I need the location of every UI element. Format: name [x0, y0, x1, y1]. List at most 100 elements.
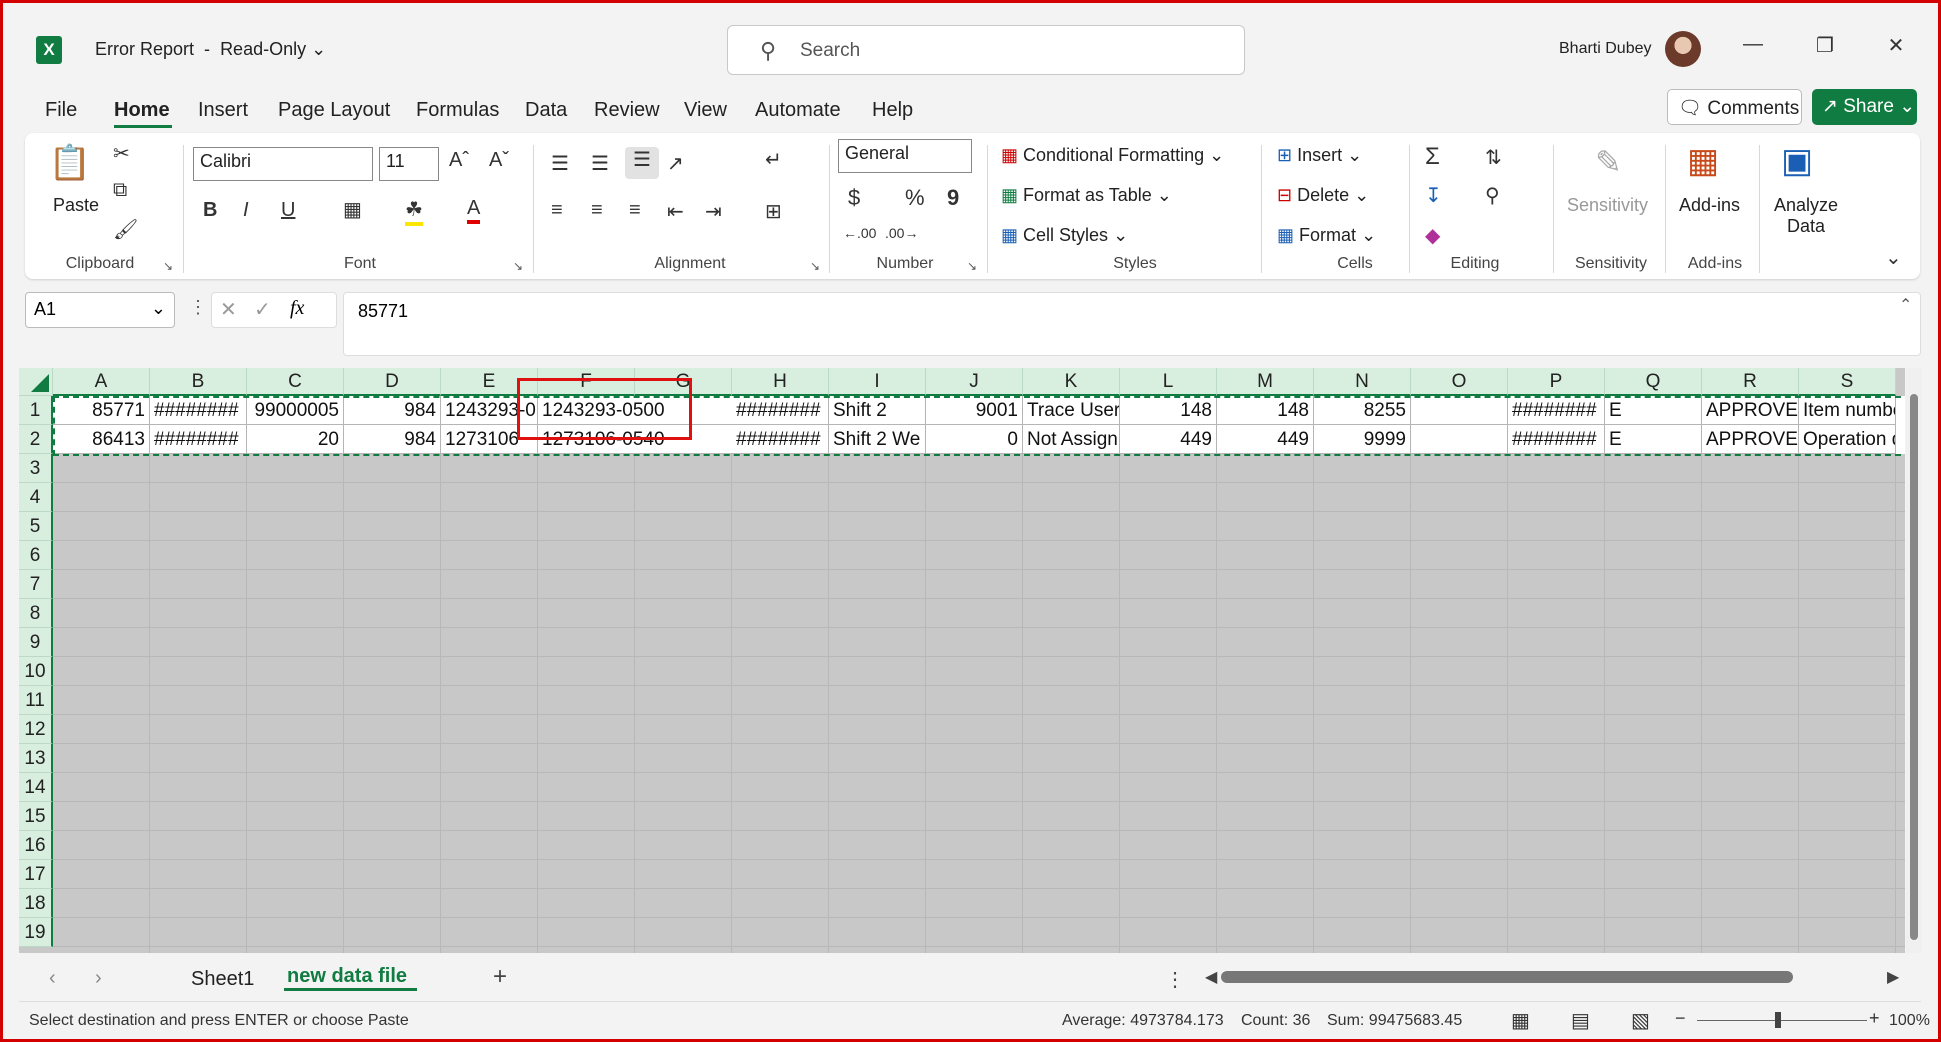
prev-sheet-icon[interactable]: ‹ — [49, 967, 56, 990]
tab-home[interactable]: Home — [114, 99, 170, 122]
row-header-13[interactable]: 13 — [19, 744, 53, 773]
cell-j1[interactable]: 9001 — [926, 396, 1023, 425]
next-sheet-icon[interactable]: › — [95, 967, 102, 990]
find-select-icon[interactable]: ⚲ — [1485, 183, 1500, 208]
tab-insert[interactable]: Insert — [198, 99, 248, 122]
format-as-table-button[interactable]: ▦ Format as Table ⌄ — [1001, 185, 1172, 206]
insert-cells-button[interactable]: ⊞ Insert ⌄ — [1277, 145, 1362, 166]
add-ins-icon[interactable]: ▦ — [1687, 141, 1719, 181]
cell-c1[interactable]: 99000005 — [247, 396, 344, 425]
cell-b1[interactable]: ######## — [150, 396, 247, 425]
cell-q2[interactable]: E — [1605, 425, 1702, 454]
merge-center-icon[interactable]: ⊞ — [765, 199, 782, 224]
collapse-ribbon-icon[interactable]: ⌄ — [1885, 245, 1902, 270]
row-header-11[interactable]: 11 — [19, 686, 53, 715]
avatar[interactable] — [1665, 31, 1701, 67]
insert-function-button[interactable]: fx — [290, 297, 304, 320]
cell-d2[interactable]: 984 — [344, 425, 441, 454]
cell-j2[interactable]: 0 — [926, 425, 1023, 454]
close-icon[interactable]: ✕ — [1881, 33, 1911, 58]
column-header-s[interactable]: S — [1799, 368, 1896, 396]
cell-k2[interactable]: Not Assign — [1023, 425, 1120, 454]
enter-icon[interactable]: ✓ — [254, 297, 271, 322]
align-bottom-icon[interactable]: ☰ — [625, 147, 659, 179]
cell-b2[interactable]: ######## — [150, 425, 247, 454]
row-header-16[interactable]: 16 — [19, 831, 53, 860]
name-box[interactable]: A1 ⌄ — [25, 292, 175, 328]
cell-n1[interactable]: 8255 — [1314, 396, 1411, 425]
row-header-9[interactable]: 9 — [19, 628, 53, 657]
row-header-18[interactable]: 18 — [19, 889, 53, 918]
column-header-j[interactable]: J — [926, 368, 1023, 396]
document-title[interactable]: Error Report - Read-Only ⌄ — [95, 39, 326, 60]
cell-o1[interactable] — [1411, 396, 1508, 425]
align-middle-icon[interactable]: ☰ — [591, 151, 609, 176]
borders-icon[interactable]: ▦ — [343, 197, 362, 222]
column-header-n[interactable]: N — [1314, 368, 1411, 396]
share-button[interactable]: ↗ Share ⌄ — [1812, 89, 1917, 125]
font-family-select[interactable]: Calibri — [193, 147, 373, 181]
sheet-tab-new-data-file[interactable]: new data file — [287, 965, 407, 988]
more-sheet-options-icon[interactable]: ⋮ — [1165, 967, 1185, 992]
tab-formulas[interactable]: Formulas — [416, 99, 499, 122]
horizontal-scroll-thumb[interactable] — [1221, 971, 1793, 983]
cut-icon[interactable]: ✂ — [113, 141, 130, 166]
select-all-button[interactable] — [19, 368, 53, 396]
vertical-scrollbar[interactable] — [1906, 368, 1922, 953]
cell-h1[interactable]: ######## — [732, 396, 829, 425]
currency-button[interactable]: $ — [848, 185, 860, 211]
expand-formula-bar-icon[interactable]: ⌃ — [1899, 295, 1912, 315]
cell-c2[interactable]: 20 — [247, 425, 344, 454]
tab-file[interactable]: File — [45, 99, 77, 122]
cell-o2[interactable] — [1411, 425, 1508, 454]
add-ins-button[interactable]: Add-ins — [1679, 195, 1740, 216]
cell-s2[interactable]: Operation do — [1799, 425, 1896, 454]
orientation-icon[interactable]: ↗ — [667, 151, 684, 176]
cell-k1[interactable]: Trace User — [1023, 396, 1120, 425]
zoom-slider[interactable] — [1697, 1012, 1867, 1028]
cell-d1[interactable]: 984 — [344, 396, 441, 425]
restore-icon[interactable]: ❐ — [1810, 33, 1840, 58]
cell-n2[interactable]: 9999 — [1314, 425, 1411, 454]
spreadsheet-grid[interactable]: ABCDEFGHIJKLMNOPQRS 1 2 3 4 5 6 7 8 9 10 11 12 13 14 1… — [19, 368, 1905, 953]
formula-input[interactable]: 85771 — [343, 292, 1921, 356]
bold-button[interactable]: B — [203, 199, 217, 222]
scroll-right-icon[interactable]: ▶ — [1887, 967, 1899, 987]
cell-l2[interactable]: 449 — [1120, 425, 1217, 454]
cell-i1[interactable]: Shift 2 — [829, 396, 926, 425]
zoom-level[interactable]: 100% — [1889, 1012, 1930, 1030]
column-header-k[interactable]: K — [1023, 368, 1120, 396]
cell-styles-button[interactable]: ▦ Cell Styles ⌄ — [1001, 225, 1128, 246]
row-header-5[interactable]: 5 — [19, 512, 53, 541]
zoom-slider-thumb[interactable] — [1775, 1012, 1781, 1028]
dialog-launcher-icon[interactable]: ↘ — [810, 259, 820, 273]
sort-filter-icon[interactable]: ⇅ — [1485, 145, 1502, 170]
tab-automate[interactable]: Automate — [755, 99, 841, 122]
tab-page-layout[interactable]: Page Layout — [278, 99, 390, 122]
row-header-10[interactable]: 10 — [19, 657, 53, 686]
column-header-i[interactable]: I — [829, 368, 926, 396]
cell-p2[interactable]: ######## — [1508, 425, 1605, 454]
increase-font-icon[interactable]: Aˆ — [449, 149, 469, 172]
copy-icon[interactable]: ⧉ — [113, 179, 127, 202]
wrap-text-icon[interactable]: ↵ — [765, 147, 782, 172]
font-color-icon[interactable]: A — [467, 197, 481, 224]
row-header-3[interactable]: 3 — [19, 454, 53, 483]
comments-button[interactable]: 🗨 Comments — [1667, 89, 1802, 125]
italic-button[interactable]: I — [243, 199, 249, 222]
search-box[interactable]: ⚲ Search — [727, 25, 1245, 75]
paste-button[interactable]: Paste — [53, 195, 99, 216]
row-header-12[interactable]: 12 — [19, 715, 53, 744]
column-header-p[interactable]: P — [1508, 368, 1605, 396]
cell-p1[interactable]: ######## — [1508, 396, 1605, 425]
column-header-h[interactable]: H — [732, 368, 829, 396]
clear-icon[interactable]: ◆ — [1425, 223, 1440, 248]
normal-view-icon[interactable]: ▦ — [1511, 1008, 1530, 1033]
search-input[interactable]: Search — [800, 40, 860, 62]
more-options-icon[interactable]: ⋮ — [189, 297, 207, 318]
row-header-15[interactable]: 15 — [19, 802, 53, 831]
sheet-tab-sheet1[interactable]: Sheet1 — [191, 968, 254, 991]
cancel-icon[interactable]: ✕ — [220, 297, 237, 322]
decrease-decimal-icon[interactable]: .00→ — [885, 225, 918, 241]
column-header-c[interactable]: C — [247, 368, 344, 396]
